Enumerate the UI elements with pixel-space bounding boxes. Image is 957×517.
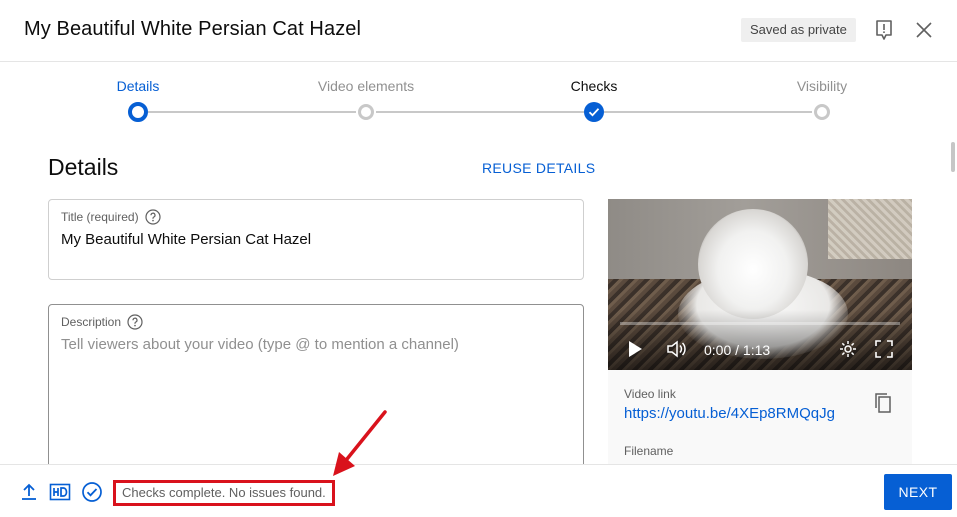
video-controls: 0:00 / 1:13	[608, 337, 912, 365]
step-connector	[148, 111, 356, 113]
video-preview-card: 0:00 / 1:13 Video link https://youtu.be/…	[608, 199, 912, 469]
title-label-text: Title (required)	[61, 210, 139, 224]
step-details-label[interactable]: Details	[117, 78, 160, 94]
upload-stepper: Details Video elements Checks Visibility	[0, 62, 957, 132]
video-link-label: Video link	[624, 387, 676, 401]
close-icon[interactable]	[912, 18, 936, 42]
help-icon[interactable]	[127, 314, 143, 330]
video-frame-rug	[828, 199, 912, 259]
title-field[interactable]: Title (required) My Beautiful White Pers…	[48, 199, 584, 280]
video-frame-cat-head	[698, 209, 808, 319]
dialog-title: My Beautiful White Persian Cat Hazel	[24, 18, 362, 40]
video-player[interactable]: 0:00 / 1:13	[608, 199, 912, 370]
feedback-icon[interactable]	[872, 18, 896, 42]
video-time: 0:00 / 1:13	[704, 342, 771, 358]
step-video-elements-dot[interactable]	[358, 104, 374, 120]
checks-complete-icon	[81, 481, 103, 503]
fullscreen-icon[interactable]	[874, 339, 894, 364]
step-connector	[604, 111, 812, 113]
step-details-dot[interactable]	[128, 102, 148, 122]
title-input-value[interactable]: My Beautiful White Persian Cat Hazel	[61, 231, 311, 248]
step-visibility-label[interactable]: Visibility	[797, 78, 847, 94]
annotation-arrow-icon	[325, 408, 395, 478]
step-visibility-dot[interactable]	[814, 104, 830, 120]
dialog-header: My Beautiful White Persian Cat Hazel Sav…	[0, 0, 957, 62]
hd-icon	[49, 481, 71, 503]
step-checks-dot[interactable]	[584, 102, 604, 122]
description-label-text: Description	[61, 315, 122, 329]
reuse-details-button[interactable]: REUSE DETAILS	[482, 160, 595, 176]
description-field[interactable]: Description	[48, 304, 584, 479]
checks-status-text: Checks complete. No issues found.	[113, 480, 335, 506]
copy-icon[interactable]	[872, 391, 896, 415]
check-icon	[588, 108, 600, 117]
volume-icon[interactable]	[666, 339, 688, 364]
video-progress-bar[interactable]	[620, 322, 900, 325]
help-icon[interactable]	[144, 209, 161, 225]
video-link[interactable]: https://youtu.be/4XEp8RMQqJg	[624, 405, 835, 422]
play-icon[interactable]	[626, 339, 644, 364]
title-field-label: Title (required)	[61, 209, 161, 225]
next-button[interactable]: NEXT	[884, 474, 952, 510]
gear-icon[interactable]	[838, 339, 858, 364]
scrollbar-thumb[interactable]	[951, 142, 955, 172]
details-heading: Details	[48, 154, 119, 180]
step-connector	[376, 111, 584, 113]
description-field-label: Description	[61, 314, 143, 330]
step-checks-label[interactable]: Checks	[571, 78, 618, 94]
saved-status-badge: Saved as private	[741, 18, 856, 42]
description-input[interactable]	[61, 336, 571, 353]
dialog-footer: Checks complete. No issues found. NEXT	[0, 464, 957, 517]
filename-label: Filename	[624, 444, 674, 458]
upload-icon	[18, 481, 40, 503]
step-video-elements-label[interactable]: Video elements	[318, 78, 414, 94]
